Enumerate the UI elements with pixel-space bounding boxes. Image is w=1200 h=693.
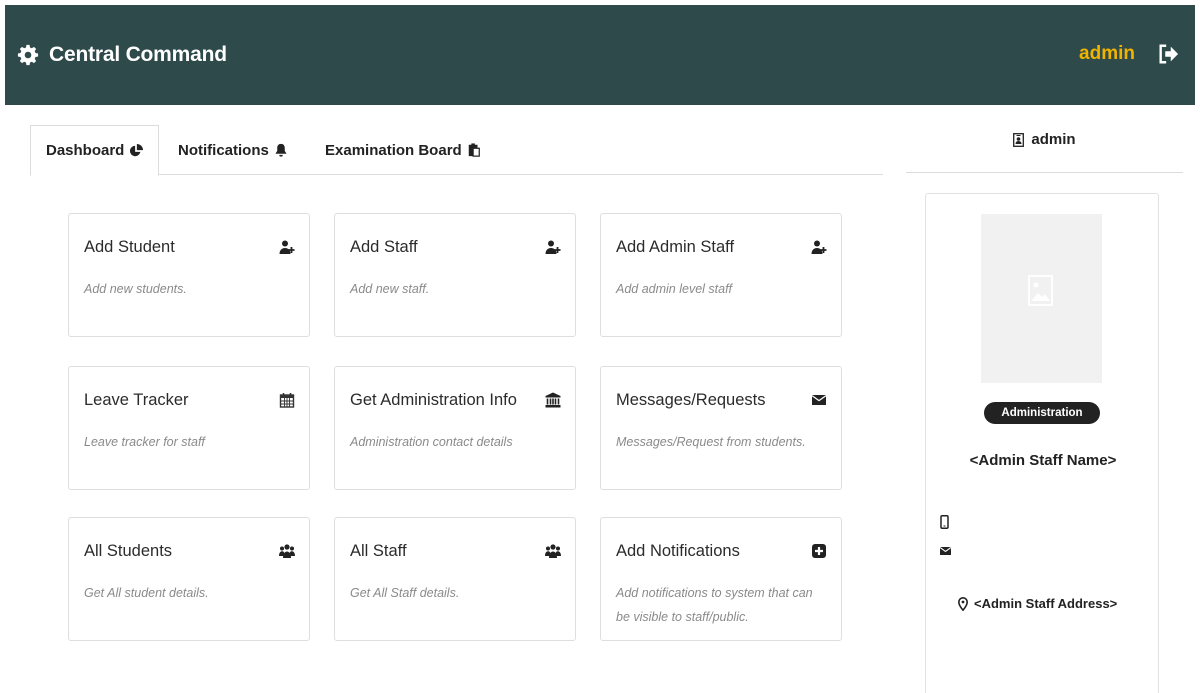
card-title: Add Student [84,238,175,256]
card-description: Get All student details. [84,586,209,600]
envelope-icon [811,395,827,405]
card-leave-tracker[interactable]: Leave Tracker Leave tracker for staff [68,366,310,490]
address-row: <Admin Staff Address> [958,596,1117,611]
mobile-icon [940,515,949,529]
card-description: Add new students. [84,282,187,296]
user-area: admin [1079,43,1179,65]
card-title: Get Administration Info [350,391,517,409]
profile-photo [981,214,1102,383]
card-title: All Staff [350,542,407,560]
id-badge-icon [1013,132,1025,147]
envelope-icon [940,547,951,555]
card-all-staff[interactable]: All Staff Get All Staff details. [334,517,576,641]
bell-icon [275,143,287,157]
map-marker-icon [958,596,968,611]
pie-chart-icon [130,143,144,156]
plus-square-icon [812,544,826,558]
card-add-notifications[interactable]: Add Notifications Add notifications to s… [600,517,842,641]
app-title: Central Command [49,43,227,66]
address-value: <Admin Staff Address> [974,596,1118,611]
clipboard-icon [468,143,480,157]
image-placeholder-icon [1028,275,1053,306]
card-description: Administration contact details [350,435,513,449]
sign-out-icon[interactable] [1157,43,1179,65]
phone-row [940,515,955,529]
tab-label: Notifications [178,141,269,159]
brand[interactable]: Central Command [17,43,227,67]
card-all-students[interactable]: All Students Get All student details. [68,517,310,641]
card-description: Leave tracker for staff [84,435,205,449]
profile-header: admin [906,125,1183,173]
top-navbar: Central Command admin [5,5,1195,105]
card-description: Add admin level staff [616,282,733,296]
card-add-staff[interactable]: Add Staff Add new staff. [334,213,576,337]
card-add-admin-staff[interactable]: Add Admin Staff Add admin level staff [600,213,842,337]
card-title: All Students [84,542,173,560]
email-row [940,546,957,556]
card-title: Leave Tracker [84,391,189,409]
staff-name: <Admin Staff Name> [969,452,1117,469]
user-plus-icon [279,240,295,254]
user-plus-icon [811,240,827,254]
card-description: Messages/Request from students. [616,435,806,449]
users-icon [545,544,561,558]
user-plus-icon [545,240,561,254]
tab-notifications[interactable]: Notifications [178,125,288,175]
role-badge: Administration [984,402,1100,424]
card-title: Messages/Requests [616,391,766,409]
calendar-icon [279,393,295,408]
card-get-administration-info[interactable]: Get Administration Info Administration c… [334,366,576,490]
card-description: Get All Staff details. [350,586,460,600]
users-icon [279,544,295,558]
card-description: Add notifications to system that can be … [616,586,813,624]
card-add-student[interactable]: Add Student Add new students. [68,213,310,337]
bank-icon [545,392,561,408]
profile-card: Administration <Admin Staff Name> <Admin… [925,193,1159,693]
card-messages-requests[interactable]: Messages/Requests Messages/Request from … [600,366,842,490]
user-name[interactable]: admin [1079,43,1135,65]
tab-label: Examination Board [325,141,462,159]
gear-icon [17,44,39,66]
tab-bar: Dashboard Notifications Examination Boar… [30,125,883,176]
profile-username: admin [1031,131,1076,148]
tab-examination-board[interactable]: Examination Board [325,125,481,175]
tab-dashboard[interactable]: Dashboard [30,125,160,176]
card-title: Add Staff [350,238,418,256]
card-title: Add Admin Staff [616,238,735,256]
card-title: Add Notifications [616,542,740,560]
card-description: Add new staff. [350,282,430,296]
tab-label: Dashboard [46,142,125,159]
